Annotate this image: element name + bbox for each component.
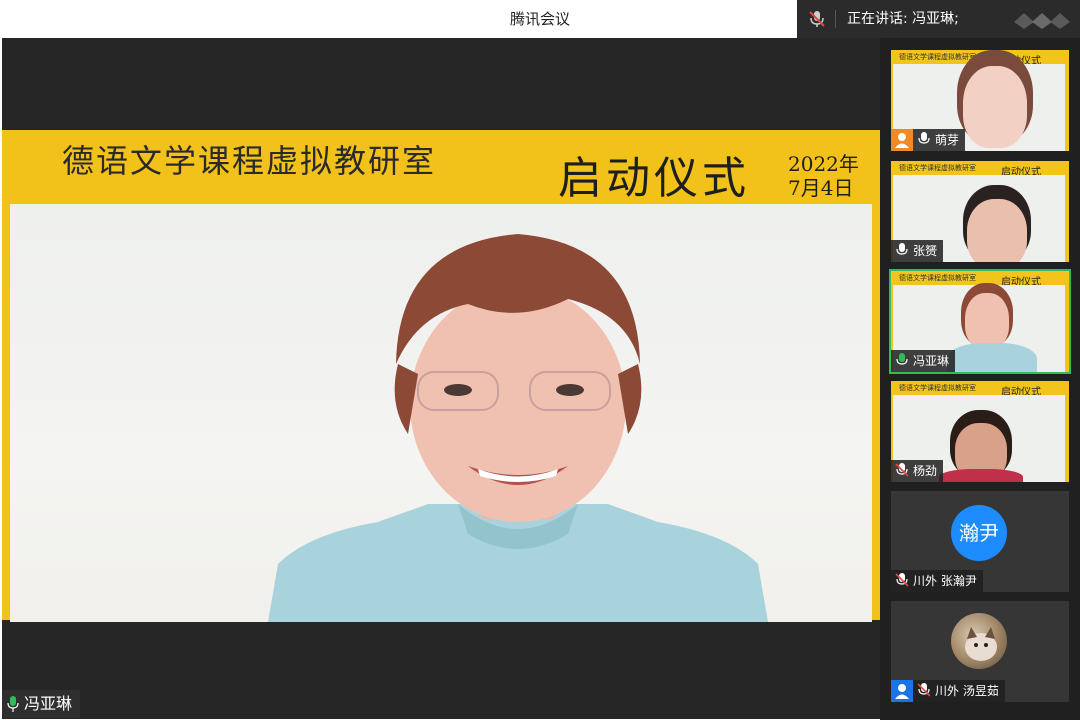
- participant-avatar: 瀚尹: [951, 505, 1007, 561]
- active-mic-icon: [896, 353, 908, 365]
- participant-name: 川外 汤昱茹: [935, 684, 999, 698]
- ceremony-banner: 德语文学课程虚拟教研室 启动仪式 2022年 7月4日: [2, 130, 880, 622]
- main-speaker-name-tag: 冯亚琳: [2, 690, 81, 718]
- muted-mic-icon: [895, 573, 909, 587]
- participant-tile[interactable]: 德语文学课程虚拟教研室 启动仪式 杨劲: [891, 381, 1069, 482]
- main-video-area[interactable]: 德语文学课程虚拟教研室 启动仪式 2022年 7月4日: [2, 38, 880, 719]
- thumb-banner-title: 德语文学课程虚拟教研室: [899, 164, 976, 172]
- participant-name: 萌芽: [935, 133, 960, 147]
- tencent-meeting-logo-icon: [1014, 13, 1070, 29]
- muted-mic-icon[interactable]: [807, 9, 827, 29]
- speaker-video-feed: [268, 234, 768, 622]
- speaking-now-label: 正在讲话: 冯亚琳;: [847, 11, 959, 27]
- speaking-indicator-bar: 正在讲话: 冯亚琳;: [797, 0, 1080, 38]
- participant-tile[interactable]: 德语文学课程虚拟教研室 启动仪式 萌芽: [891, 50, 1069, 151]
- host-person-icon: [891, 129, 913, 151]
- mic-icon: [896, 243, 908, 255]
- participant-sidebar: 德语文学课程虚拟教研室 启动仪式 萌芽 德语文学课程虚拟教研室 启动仪式 张赟: [880, 38, 1080, 720]
- banner-background: [10, 204, 872, 622]
- participant-video-shoulders: [947, 343, 1037, 372]
- participant-tile[interactable]: 川外 汤昱茹: [891, 601, 1069, 702]
- participant-video-face: [967, 199, 1027, 262]
- thumb-banner-title: 德语文学课程虚拟教研室: [899, 274, 976, 282]
- participant-video-shoulders: [939, 469, 1023, 482]
- participant-name: 杨劲: [913, 464, 938, 478]
- title-bar: 腾讯会议 正在讲话: 冯亚琳;: [0, 0, 1080, 38]
- banner-ceremony-text: 启动仪式: [558, 153, 750, 204]
- participant-avatar-photo: [951, 613, 1007, 669]
- participant-tile[interactable]: 德语文学课程虚拟教研室 启动仪式 张赟: [891, 161, 1069, 262]
- active-mic-icon: [7, 696, 19, 712]
- thumb-banner-title: 德语文学课程虚拟教研室: [899, 53, 976, 61]
- mic-icon: [918, 132, 930, 144]
- participant-tile[interactable]: 瀚尹 川外 张瀚尹: [891, 491, 1069, 592]
- participant-video-face: [965, 293, 1009, 349]
- thumb-banner-title: 德语文学课程虚拟教研室: [899, 384, 976, 392]
- participant-name: 川外 张瀚尹: [913, 574, 977, 588]
- muted-mic-icon: [895, 463, 909, 477]
- participant-label: 杨劲: [891, 460, 944, 482]
- meeting-window: 腾讯会议 正在讲话: 冯亚琳; 德语文学课程虚拟教研室 启动仪式 2022年 7…: [0, 0, 1080, 720]
- participant-label: 萌芽: [913, 129, 966, 151]
- main-speaker-name: 冯亚琳: [24, 694, 73, 713]
- person-icon: [891, 680, 913, 702]
- participant-label: 张赟: [891, 240, 944, 262]
- participant-label: 冯亚琳: [891, 350, 956, 372]
- participant-label: 川外 汤昱茹: [913, 680, 1005, 702]
- participant-name: 冯亚琳: [913, 354, 950, 368]
- participant-name: 张赟: [913, 244, 938, 258]
- participant-video-face: [963, 66, 1027, 148]
- divider: [835, 10, 836, 28]
- muted-mic-icon: [917, 683, 931, 697]
- participant-label: 川外 张瀚尹: [891, 570, 983, 592]
- banner-title: 德语文学课程虚拟教研室: [62, 142, 437, 180]
- participant-tile-speaking[interactable]: 德语文学课程虚拟教研室 启动仪式 冯亚琳: [889, 269, 1071, 374]
- banner-date: 7月4日: [788, 176, 854, 200]
